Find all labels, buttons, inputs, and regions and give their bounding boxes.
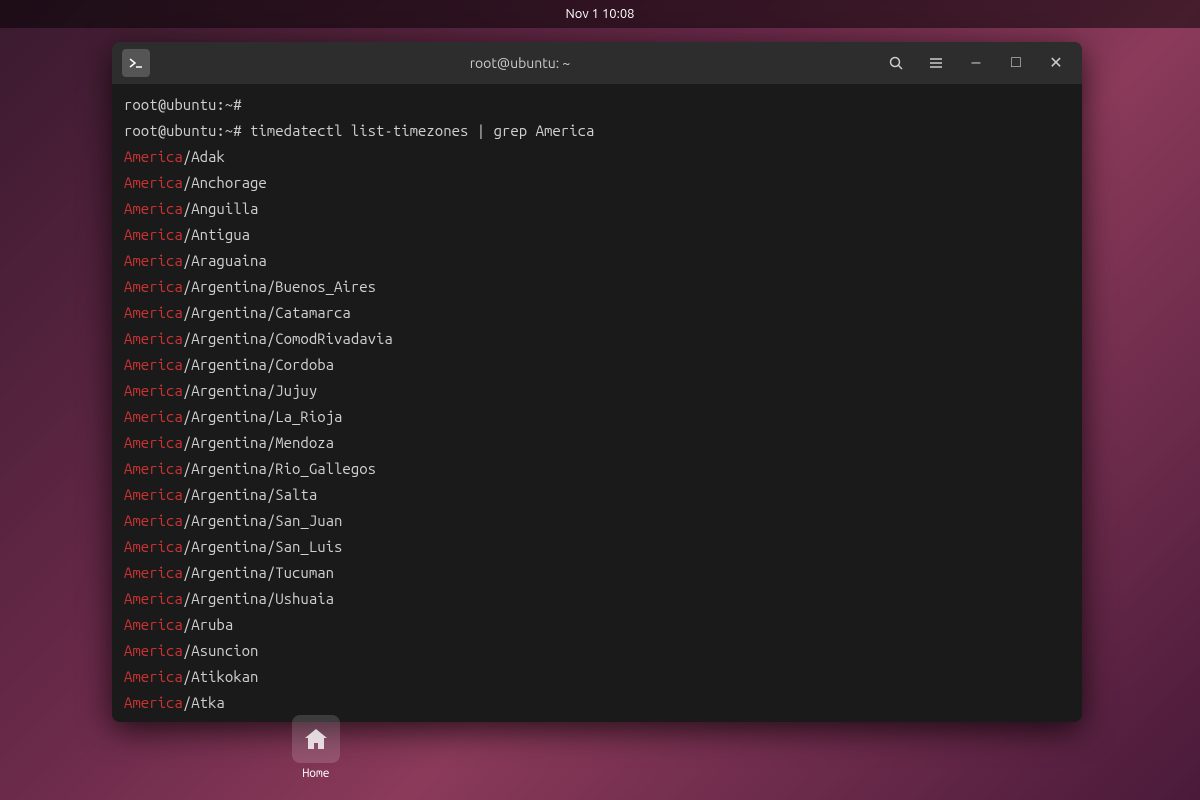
terminal-body[interactable]: root@ubuntu:~#root@ubuntu:~# timedatectl…: [112, 84, 1082, 722]
tz-region: America: [124, 174, 183, 191]
command-text: timedatectl list-timezones | grep Americ…: [242, 122, 595, 139]
tz-city: /Asuncion: [183, 642, 259, 659]
tz-region: America: [124, 356, 183, 373]
tz-region: America: [124, 330, 183, 347]
tz-region: America: [124, 278, 183, 295]
terminal-line: root@ubuntu:~#: [124, 92, 1070, 118]
terminal-line: America/Argentina/Rio_Gallegos: [124, 456, 1070, 482]
terminal-title: root@ubuntu: ~: [160, 55, 880, 71]
tz-region: America: [124, 252, 183, 269]
tz-city: /Argentina/Rio_Gallegos: [183, 460, 376, 477]
tz-city: /Argentina/La_Rioja: [183, 408, 343, 425]
terminal-line: America/Argentina/ComodRivadavia: [124, 326, 1070, 352]
terminal-line: America/Asuncion: [124, 638, 1070, 664]
terminal-line: America/Argentina/Mendoza: [124, 430, 1070, 456]
tz-region: America: [124, 512, 183, 529]
tz-region: America: [124, 616, 183, 633]
tz-city: /Argentina/San_Juan: [183, 512, 343, 529]
taskbar-datetime: Nov 1 10:08: [565, 7, 634, 21]
terminal-line: America/Argentina/Salta: [124, 482, 1070, 508]
tz-city: /Argentina/Catamarca: [183, 304, 351, 321]
terminal-line: America/Argentina/Tucuman: [124, 560, 1070, 586]
terminal-app-icon: [122, 49, 150, 77]
tz-region: America: [124, 304, 183, 321]
terminal-line: America/Antigua: [124, 222, 1070, 248]
terminal-line: America/Anguilla: [124, 196, 1070, 222]
tz-region: America: [124, 460, 183, 477]
tz-region: America: [124, 694, 183, 711]
prompt-text: root@ubuntu:~#: [124, 122, 242, 139]
tz-region: America: [124, 382, 183, 399]
terminal-window: root@ubuntu: ~ – □: [112, 42, 1082, 722]
tz-region: America: [124, 668, 183, 685]
terminal-line: America/Argentina/Cordoba: [124, 352, 1070, 378]
tz-city: /Antigua: [183, 226, 250, 243]
tz-city: /Argentina/Jujuy: [183, 382, 317, 399]
tz-city: /Araguaina: [183, 252, 267, 269]
tz-region: America: [124, 486, 183, 503]
terminal-line: America/Argentina/Buenos_Aires: [124, 274, 1070, 300]
desktop-home-icon[interactable]: Home: [292, 715, 340, 780]
tz-region: America: [124, 538, 183, 555]
close-icon: ✕: [1049, 53, 1062, 73]
prompt-text: root@ubuntu:~#: [124, 96, 242, 113]
tz-region: America: [124, 564, 183, 581]
search-button[interactable]: [880, 49, 912, 77]
terminal-line: America/Araguaina: [124, 248, 1070, 274]
terminal-line: America/Argentina/La_Rioja: [124, 404, 1070, 430]
maximize-icon: □: [1011, 54, 1021, 72]
tz-region: America: [124, 642, 183, 659]
tz-region: America: [124, 226, 183, 243]
home-label: Home: [303, 767, 330, 780]
tz-city: /Argentina/ComodRivadavia: [183, 330, 393, 347]
tz-city: /Argentina/Mendoza: [183, 434, 334, 451]
terminal-titlebar: root@ubuntu: ~ – □: [112, 42, 1082, 84]
terminal-line: America/Aruba: [124, 612, 1070, 638]
tz-region: America: [124, 590, 183, 607]
tz-city: /Argentina/Salta: [183, 486, 317, 503]
terminal-line: America/Argentina/San_Juan: [124, 508, 1070, 534]
tz-region: America: [124, 148, 183, 165]
terminal-line: America/Argentina/Ushuaia: [124, 586, 1070, 612]
terminal-line: America/Atikokan: [124, 664, 1070, 690]
minimize-button[interactable]: –: [960, 49, 992, 77]
menu-button[interactable]: [920, 49, 952, 77]
titlebar-buttons: – □ ✕: [880, 49, 1072, 77]
terminal-line: America/Atka: [124, 690, 1070, 716]
home-icon-shape: [292, 715, 340, 763]
minimize-icon: –: [972, 54, 981, 72]
tz-city: /Adak: [183, 148, 225, 165]
tz-city: /Atikokan: [183, 668, 259, 685]
tz-region: America: [124, 408, 183, 425]
terminal-line: America/Argentina/Catamarca: [124, 300, 1070, 326]
terminal-line: root@ubuntu:~# timedatectl list-timezone…: [124, 118, 1070, 144]
tz-city: /Argentina/San_Luis: [183, 538, 343, 555]
terminal-line: America/Adak: [124, 144, 1070, 170]
taskbar: Nov 1 10:08: [0, 0, 1200, 28]
tz-city: /Argentina/Ushuaia: [183, 590, 334, 607]
close-button[interactable]: ✕: [1040, 49, 1072, 77]
terminal-line: America/Anchorage: [124, 170, 1070, 196]
tz-city: /Aruba: [183, 616, 233, 633]
tz-region: America: [124, 200, 183, 217]
tz-region: America: [124, 434, 183, 451]
tz-city: /Atka: [183, 694, 225, 711]
tz-city: /Anchorage: [183, 174, 267, 191]
tz-city: /Argentina/Tucuman: [183, 564, 334, 581]
terminal-line: America/Argentina/Jujuy: [124, 378, 1070, 404]
terminal-line: America/Argentina/San_Luis: [124, 534, 1070, 560]
tz-city: /Argentina/Cordoba: [183, 356, 334, 373]
tz-city: /Argentina/Buenos_Aires: [183, 278, 376, 295]
tz-city: /Anguilla: [183, 200, 259, 217]
maximize-button[interactable]: □: [1000, 49, 1032, 77]
